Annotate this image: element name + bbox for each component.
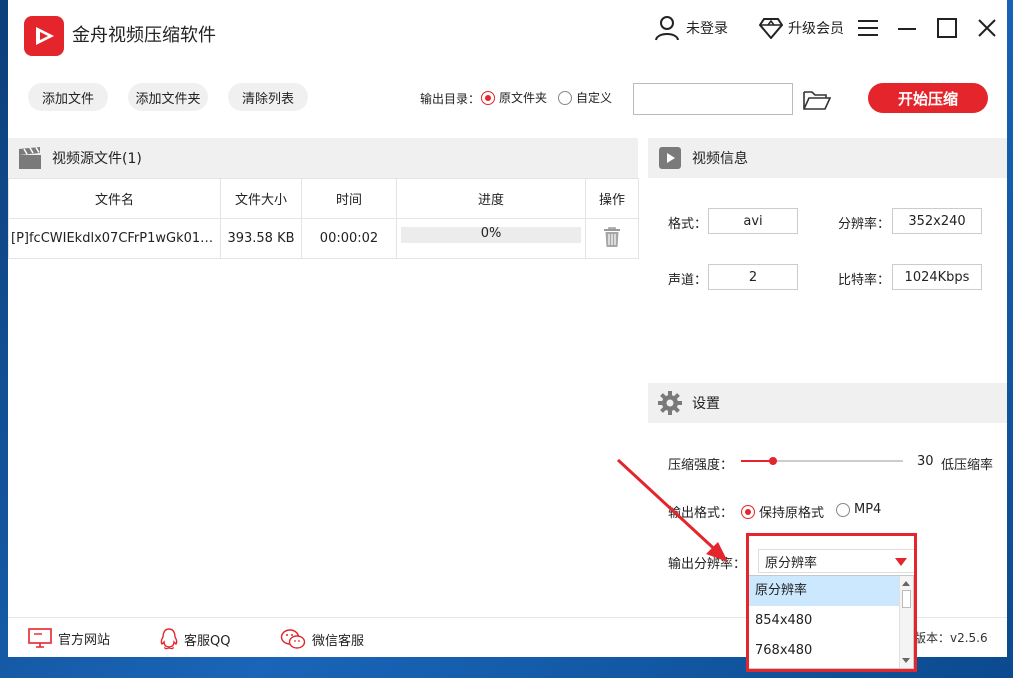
bitrate-label: 比特率：: [838, 273, 891, 288]
radio-unchecked-icon: [836, 502, 850, 517]
format-label: 格式：: [668, 217, 708, 232]
format-mp4-radio[interactable]: MP4: [836, 502, 881, 517]
official-website-link[interactable]: 官方网站: [28, 628, 110, 648]
vip-label: 升级会员: [788, 21, 844, 37]
start-compress-button[interactable]: 开始压缩: [868, 83, 988, 113]
login-label: 未登录: [686, 21, 728, 37]
hamburger-menu-icon: [858, 20, 878, 36]
settings-title: 设置: [692, 396, 720, 412]
delete-button[interactable]: [602, 226, 622, 252]
minimize-button[interactable]: [893, 14, 921, 42]
file-name-cell: [P]fcCWIEkdlx07CFrP1wGk010...: [8, 218, 221, 259]
output-dir-input[interactable]: [633, 83, 793, 115]
file-table: 文件名 文件大小 时间 进度 操作 [P]fcCWIEkdlx07CFrP1wG…: [8, 178, 639, 259]
strength-slider[interactable]: [741, 457, 903, 465]
app-logo-icon: [24, 16, 64, 56]
minimize-icon: [898, 28, 916, 30]
progress-bar: 0%: [401, 225, 581, 243]
format-keep-label: 保持原格式: [759, 506, 825, 521]
col-filename: 文件名: [8, 178, 221, 219]
close-icon: [978, 19, 996, 37]
gear-icon: [658, 391, 682, 415]
output-custom-label: 自定义: [576, 91, 613, 105]
add-folder-button[interactable]: 添加文件夹: [128, 83, 208, 111]
video-info-title: 视频信息: [692, 151, 748, 167]
strength-value: 30: [917, 454, 934, 469]
video-info-header: 视频信息: [648, 138, 1007, 178]
browse-folder-button[interactable]: [802, 88, 832, 112]
app-title: 金舟视频压缩软件: [72, 25, 216, 46]
diamond-icon: [759, 18, 783, 39]
col-actions: 操作: [585, 178, 639, 219]
file-duration-cell: 00:00:02: [301, 218, 397, 259]
source-files-title: 视频源文件(1): [52, 151, 142, 167]
video-play-icon: [659, 147, 681, 169]
progress-text: 0%: [480, 225, 502, 241]
qq-support-label: 客服QQ: [184, 633, 231, 649]
user-icon: [655, 16, 679, 41]
col-filesize: 文件大小: [220, 178, 302, 219]
radio-checked-icon: [481, 90, 495, 105]
title-bar: 金舟视频压缩软件 未登录 升级会员: [8, 0, 1007, 60]
wechat-support-label: 微信客服: [312, 633, 365, 649]
strength-hint: 低压缩率: [941, 458, 994, 473]
output-dir-label: 输出目录：: [420, 92, 481, 106]
strength-slider-thumb[interactable]: [769, 457, 778, 465]
bitrate-value: 1024Kbps: [892, 264, 982, 290]
resolution-label: 分辨率：: [838, 217, 891, 232]
login-button[interactable]: 未登录: [654, 14, 728, 42]
output-original-radio[interactable]: 原文件夹: [481, 89, 547, 106]
col-progress: 进度: [396, 178, 586, 219]
table-header-row: 文件名 文件大小 时间 进度 操作: [8, 178, 639, 219]
clapperboard-icon: [19, 147, 41, 169]
monitor-icon: [28, 628, 52, 648]
version-label: 版本：v2.5.6: [914, 631, 988, 645]
format-mp4-label: MP4: [854, 502, 882, 517]
wechat-support-link[interactable]: 微信客服: [280, 628, 364, 650]
file-size-cell: 393.58 KB: [220, 218, 302, 259]
close-button[interactable]: [973, 14, 1001, 42]
add-file-button[interactable]: 添加文件: [28, 83, 108, 111]
radio-unchecked-icon: [558, 90, 572, 105]
settings-header: 设置: [648, 383, 1007, 423]
wechat-icon: [280, 629, 306, 649]
official-website-label: 官方网站: [58, 632, 111, 648]
table-row[interactable]: [P]fcCWIEkdlx07CFrP1wGk010... 393.58 KB …: [8, 218, 639, 259]
qq-support-link[interactable]: 客服QQ: [160, 628, 230, 650]
folder-open-icon: [803, 91, 832, 110]
upgrade-vip-button[interactable]: 升级会员: [759, 14, 844, 42]
format-keep-radio[interactable]: 保持原格式: [741, 502, 824, 521]
clear-list-button[interactable]: 清除列表: [228, 83, 308, 111]
source-files-header: 视频源文件(1): [8, 138, 638, 178]
channels-value: 2: [708, 264, 798, 290]
format-value: avi: [708, 208, 798, 234]
col-duration: 时间: [301, 178, 397, 219]
menu-button[interactable]: [854, 14, 882, 42]
file-progress-cell: 0%: [396, 218, 586, 259]
annotation-arrow-icon: [616, 458, 728, 562]
trash-icon: [604, 226, 620, 247]
output-original-label: 原文件夹: [499, 91, 548, 105]
annotation-highlight-box: [746, 533, 917, 672]
channels-label: 声道：: [668, 273, 708, 288]
source-files-panel: 视频源文件(1) 文件名 文件大小 时间 进度 操作 [P]fcCWIEkdlx…: [8, 128, 639, 617]
maximize-button[interactable]: [933, 14, 961, 42]
maximize-icon: [937, 18, 957, 38]
resolution-value: 352x240: [892, 208, 982, 234]
toolbar: 添加文件 添加文件夹 清除列表 输出目录： 原文件夹 自定义 开始压缩: [8, 60, 1007, 128]
output-custom-radio[interactable]: 自定义: [558, 89, 612, 106]
file-actions-cell: [585, 218, 639, 259]
qq-penguin-icon: [160, 628, 178, 650]
